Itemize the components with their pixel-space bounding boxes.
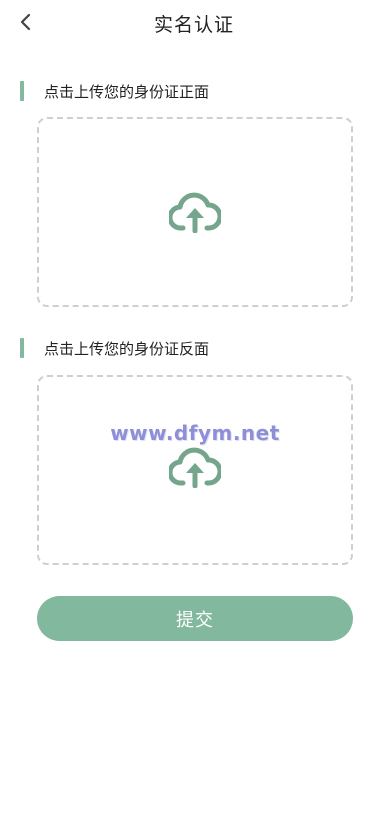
header: 实名认证 [0, 0, 388, 46]
back-section-label: 点击上传您的身份证反面 [20, 338, 209, 358]
submit-button[interactable]: 提交 [37, 596, 353, 641]
cloud-upload-icon [169, 192, 221, 233]
id-back-upload-area[interactable]: www.dfym.net [37, 375, 353, 565]
back-label-text: 点击上传您的身份证反面 [44, 339, 210, 358]
real-name-verification-page: 实名认证 点击上传您的身份证正面 点击上传您的身份证反面 www.dfym.ne… [0, 0, 388, 838]
label-accent-bar [20, 81, 24, 101]
watermark-text: www.dfym.net [110, 421, 280, 445]
id-front-upload-area[interactable] [37, 117, 353, 307]
page-title: 实名认证 [153, 14, 234, 36]
cloud-upload-icon [169, 447, 221, 488]
front-label-text: 点击上传您的身份证正面 [44, 82, 210, 101]
front-section-label: 点击上传您的身份证正面 [20, 81, 209, 101]
label-accent-bar [20, 338, 24, 358]
